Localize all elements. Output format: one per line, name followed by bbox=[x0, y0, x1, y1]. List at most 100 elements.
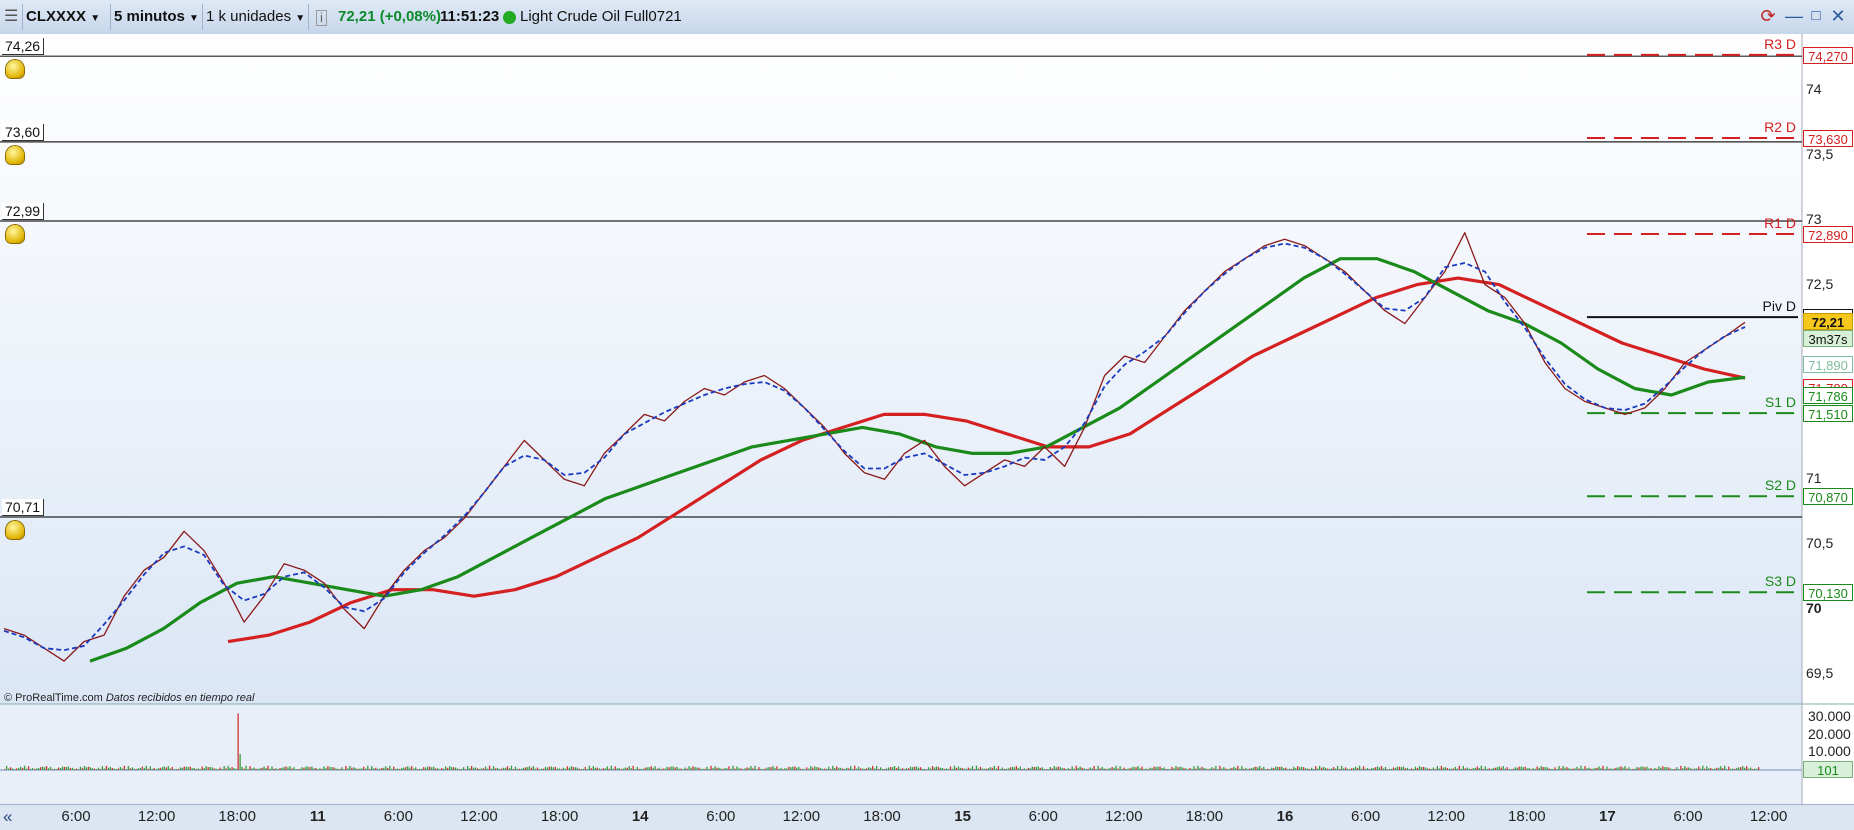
volume-bar bbox=[1267, 768, 1269, 770]
volume-bar bbox=[1482, 768, 1484, 770]
volume-bar bbox=[1738, 767, 1740, 770]
volume-bar bbox=[107, 767, 110, 770]
info-icon[interactable]: i bbox=[316, 10, 327, 26]
volume-bar bbox=[1480, 765, 1482, 770]
period-dropdown[interactable]: 5 minutos ▼ bbox=[114, 4, 199, 30]
price-axis-tick: 74 bbox=[1806, 80, 1822, 97]
volume-bar bbox=[1426, 768, 1429, 770]
volume-bar bbox=[1211, 767, 1213, 770]
volume-bar bbox=[454, 767, 457, 770]
volume-bar bbox=[267, 765, 269, 770]
volume-bar bbox=[171, 767, 173, 770]
volume-bar bbox=[1077, 767, 1079, 770]
volume-bar bbox=[630, 768, 632, 770]
refresh-icon[interactable]: ⟳ bbox=[1758, 6, 1778, 26]
bell-icon[interactable] bbox=[6, 520, 24, 539]
volume-bar bbox=[1622, 767, 1624, 770]
pivot-name: S3 D bbox=[1764, 573, 1796, 590]
time-axis-day-label: 16 bbox=[1276, 808, 1294, 825]
volume-bar bbox=[764, 768, 766, 770]
volume-bar bbox=[1520, 766, 1522, 770]
volume-bar bbox=[935, 766, 938, 770]
volume-bar bbox=[1574, 768, 1576, 770]
volume-bar bbox=[87, 766, 90, 770]
menu-icon[interactable]: ☰ bbox=[4, 4, 18, 30]
volume-bar bbox=[91, 768, 94, 770]
volume-bar bbox=[1634, 768, 1636, 770]
volume-bar bbox=[429, 766, 431, 770]
volume-bar bbox=[1550, 768, 1552, 770]
volume-bar bbox=[846, 767, 848, 770]
volume-bar bbox=[792, 766, 794, 770]
volume-bar bbox=[425, 767, 427, 770]
volume-bar bbox=[1660, 767, 1662, 770]
volume-bar bbox=[17, 767, 20, 770]
volume-bar bbox=[59, 767, 62, 770]
volume-bar bbox=[1412, 768, 1415, 770]
volume-bar bbox=[1558, 765, 1560, 770]
close-button[interactable]: ✕ bbox=[1828, 6, 1848, 26]
bell-icon[interactable] bbox=[6, 60, 24, 79]
bell-icon[interactable] bbox=[6, 225, 24, 244]
volume-bar bbox=[568, 767, 571, 770]
price-axis-tick: 73 bbox=[1806, 210, 1822, 227]
volume-bar bbox=[977, 768, 980, 770]
volume-bar bbox=[1676, 767, 1678, 770]
symbol-dropdown[interactable]: CLXXXX ▼ bbox=[26, 4, 100, 30]
volume-bar bbox=[891, 767, 894, 770]
volume-bar bbox=[93, 768, 96, 770]
volume-bar bbox=[133, 768, 136, 770]
volume-bar bbox=[177, 768, 179, 770]
volume-bar bbox=[159, 767, 161, 770]
volume-bar bbox=[1352, 767, 1355, 770]
volume-bar bbox=[281, 767, 283, 770]
volume-bar bbox=[1350, 768, 1353, 770]
volume-bar bbox=[355, 768, 357, 770]
volume-bar bbox=[1528, 767, 1530, 770]
volume-bar bbox=[321, 768, 323, 770]
volume-bar bbox=[993, 765, 996, 770]
pivot-name: R3 D bbox=[1764, 35, 1796, 52]
volume-bar bbox=[205, 766, 207, 770]
volume-bar bbox=[99, 768, 102, 770]
volume-bar bbox=[780, 767, 782, 770]
volume-panel-background bbox=[0, 704, 1802, 804]
bell-icon[interactable] bbox=[6, 145, 24, 164]
volume-bar bbox=[516, 768, 519, 770]
volume-bar bbox=[1223, 767, 1225, 770]
volume-bar bbox=[1666, 767, 1668, 770]
minimize-button[interactable]: — bbox=[1784, 6, 1804, 26]
volume-bar bbox=[866, 768, 868, 770]
volume-bar bbox=[778, 768, 780, 770]
volume-bar bbox=[734, 768, 736, 770]
volume-bar bbox=[854, 765, 856, 770]
volume-bar bbox=[1348, 769, 1351, 770]
price-chart[interactable] bbox=[0, 34, 1854, 804]
volume-bar bbox=[397, 768, 399, 770]
volume-bar bbox=[506, 766, 509, 770]
volume-bar bbox=[1694, 768, 1696, 770]
volume-bar bbox=[746, 767, 748, 770]
volume-bar bbox=[1145, 768, 1147, 770]
volume-bar bbox=[433, 766, 435, 770]
volume-bar bbox=[1678, 769, 1680, 770]
units-dropdown[interactable]: 1 k unidades ▼ bbox=[206, 4, 305, 30]
volume-bar bbox=[1201, 766, 1203, 770]
volume-bar bbox=[61, 766, 64, 770]
scroll-back-icon[interactable]: « bbox=[3, 807, 12, 827]
volume-bar bbox=[802, 768, 804, 770]
volume-bar bbox=[1039, 767, 1041, 770]
volume-bar bbox=[598, 768, 600, 770]
volume-bar bbox=[1013, 767, 1015, 770]
volume-bar bbox=[1680, 765, 1682, 770]
separator bbox=[202, 4, 203, 30]
volume-bar bbox=[21, 767, 24, 770]
volume-bar bbox=[1740, 767, 1742, 770]
volume-bar bbox=[189, 766, 191, 770]
volume-bar bbox=[486, 768, 489, 770]
brand-label: © ProRealTime.com bbox=[4, 692, 103, 704]
volume-bar bbox=[544, 766, 547, 770]
volume-bar bbox=[937, 767, 940, 770]
maximize-button[interactable]: □ bbox=[1806, 6, 1826, 26]
volume-bar bbox=[532, 766, 535, 770]
